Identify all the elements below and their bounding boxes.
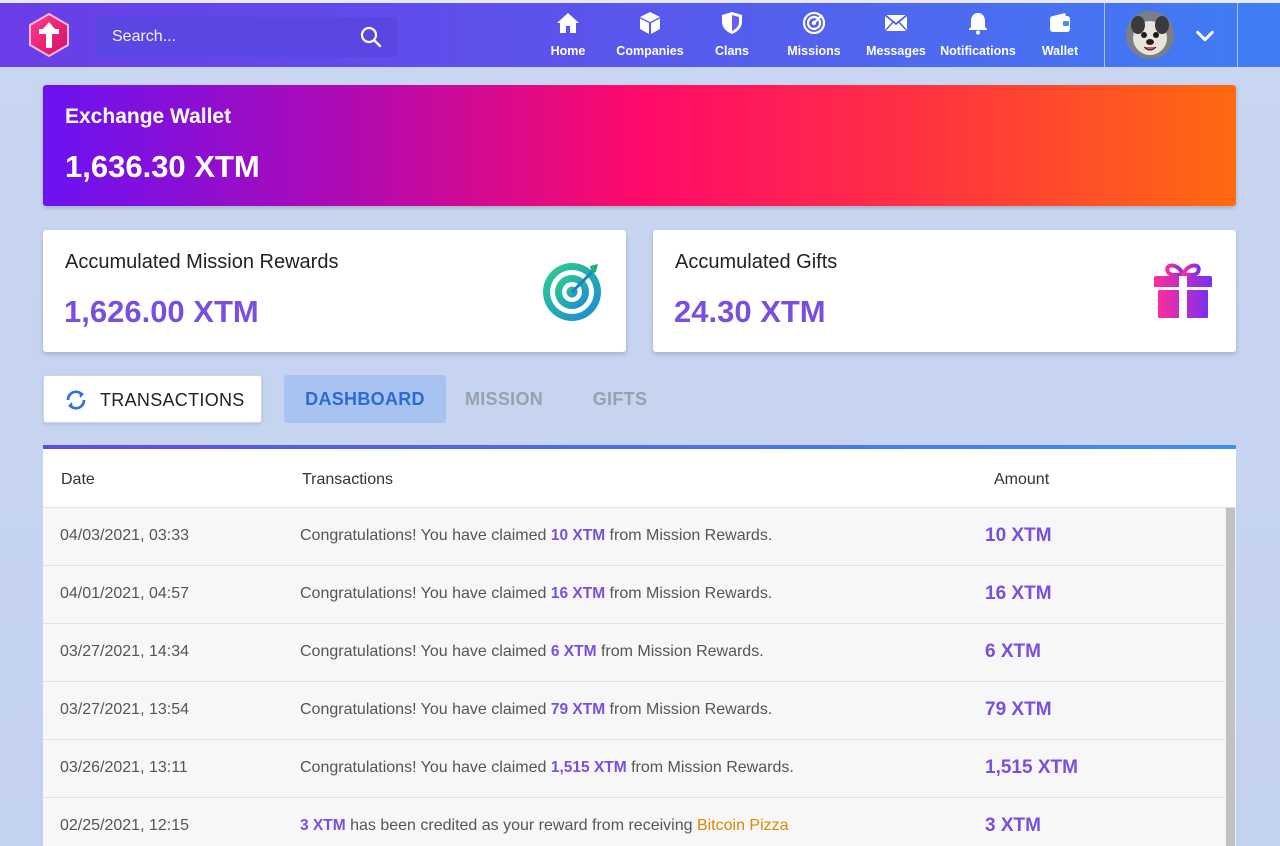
target-icon <box>802 11 826 35</box>
tx-text: from Mission Rewards. <box>605 527 773 544</box>
gifts-card: Accumulated Gifts 24.30 XTM <box>653 230 1236 352</box>
cell-date: 03/26/2021, 13:11 <box>60 759 188 776</box>
cell-transaction: Congratulations! You have claimed 10 XTM… <box>300 527 772 545</box>
profile-menu[interactable] <box>1104 3 1238 67</box>
nav-wallet[interactable]: Wallet <box>1019 3 1101 67</box>
exchange-wallet-banner: Exchange Wallet 1,636.30 XTM <box>43 85 1236 206</box>
nav-messages[interactable]: Messages <box>855 3 937 67</box>
cell-amount: 3 XTM <box>985 815 1041 836</box>
transactions-button[interactable]: TRANSACTIONS <box>43 375 262 423</box>
avatar-image <box>1126 11 1174 59</box>
nav-label: Messages <box>866 44 926 58</box>
card-value: 1,626.00 XTM <box>64 294 259 329</box>
tx-text: from Mission Rewards. <box>626 759 794 776</box>
tx-text: Congratulations! You have claimed <box>300 527 551 544</box>
tab-dashboard[interactable]: DASHBOARD <box>284 375 446 423</box>
avatar[interactable] <box>1126 11 1174 59</box>
tx-text: has been credited as your reward from re… <box>345 817 697 834</box>
tx-amount-highlight: 10 XTM <box>550 527 606 544</box>
app-logo-icon[interactable] <box>26 12 72 58</box>
column-header-date: Date <box>61 471 95 488</box>
mission-rewards-card: Accumulated Mission Rewards 1,626.00 XTM <box>43 230 626 352</box>
top-navbar: Search... Home Companies Clans Missions … <box>0 0 1280 67</box>
tx-amount-highlight: 3 XTM <box>300 817 346 834</box>
chevron-down-icon[interactable] <box>1194 25 1216 47</box>
search-input[interactable]: Search... <box>112 28 176 46</box>
cell-transaction: Congratulations! You have claimed 6 XTM … <box>300 643 764 661</box>
target-icon <box>543 263 601 321</box>
card-label: Accumulated Mission Rewards <box>65 251 339 273</box>
tx-amount-highlight: 1,515 XTM <box>550 759 627 776</box>
table-row: 03/27/2021, 13:54 Congratulations! You h… <box>43 682 1225 740</box>
nav-clans[interactable]: Clans <box>691 3 773 67</box>
table-header: Date Transactions Amount <box>43 453 1236 508</box>
cell-amount: 16 XTM <box>985 583 1052 604</box>
cell-transaction: 3 XTM has been credited as your reward f… <box>300 817 789 835</box>
tx-text: Congratulations! You have claimed <box>300 585 551 602</box>
nav-label: Notifications <box>940 44 1016 58</box>
main-nav: Home Companies Clans Missions Messages N… <box>527 3 1101 67</box>
tx-text: from Mission Rewards. <box>605 701 773 718</box>
tx-amount-highlight: 79 XTM <box>550 701 606 718</box>
nav-label: Home <box>550 44 586 58</box>
cube-icon <box>640 12 660 34</box>
tab-mission[interactable]: MISSION <box>452 375 556 423</box>
cell-date: 03/27/2021, 13:54 <box>60 701 190 718</box>
wallet-title: Exchange Wallet <box>65 105 232 128</box>
nav-label: Clans <box>714 44 750 58</box>
nav-label: Companies <box>616 44 684 58</box>
home-icon <box>557 13 579 33</box>
tx-text: Congratulations! You have claimed <box>300 759 551 776</box>
column-header-transactions: Transactions <box>302 471 393 488</box>
cell-date: 04/03/2021, 03:33 <box>60 527 190 544</box>
transactions-button-label: TRANSACTIONS <box>100 390 245 410</box>
cell-date: 03/27/2021, 14:34 <box>60 643 190 660</box>
nav-label: Missions <box>787 44 841 58</box>
tx-text: from Mission Rewards. <box>596 643 764 660</box>
transactions-table: Date Transactions Amount 04/03/2021, 03:… <box>43 445 1236 846</box>
bell-icon <box>969 13 987 35</box>
tx-amount-highlight: 6 XTM <box>550 643 597 660</box>
table-row: 04/03/2021, 03:33 Congratulations! You h… <box>43 508 1225 566</box>
cell-amount: 1,515 XTM <box>985 757 1078 778</box>
wallet-balance: 1,636.30 XTM <box>65 149 260 184</box>
table-row: 02/25/2021, 12:15 3 XTM has been credite… <box>43 798 1225 846</box>
table-row: 03/26/2021, 13:11 Congratulations! You h… <box>43 740 1225 798</box>
tx-text: Congratulations! You have claimed <box>300 701 551 718</box>
cell-transaction: Congratulations! You have claimed 79 XTM… <box>300 701 772 719</box>
table-body: 04/03/2021, 03:33 Congratulations! You h… <box>43 508 1225 846</box>
cell-amount: 6 XTM <box>985 641 1041 662</box>
tx-text: from Mission Rewards. <box>605 585 773 602</box>
search-box[interactable]: Search... <box>96 17 397 57</box>
cell-amount: 10 XTM <box>985 525 1052 546</box>
table-row: 03/27/2021, 14:34 Congratulations! You h… <box>43 624 1225 682</box>
refresh-icon <box>66 390 86 410</box>
cell-transaction: Congratulations! You have claimed 16 XTM… <box>300 585 772 603</box>
gift-item-link[interactable]: Bitcoin Pizza <box>697 817 789 834</box>
shield-icon <box>722 12 742 34</box>
cell-date: 02/25/2021, 12:15 <box>60 817 190 834</box>
table-row: 04/01/2021, 04:57 Congratulations! You h… <box>43 566 1225 624</box>
cell-transaction: Congratulations! You have claimed 1,515 … <box>300 759 794 777</box>
tx-text: Congratulations! You have claimed <box>300 643 551 660</box>
search-icon[interactable] <box>359 25 383 49</box>
nav-companies[interactable]: Companies <box>609 3 691 67</box>
card-label: Accumulated Gifts <box>675 251 838 273</box>
scrollbar-track[interactable] <box>1225 508 1236 846</box>
wallet-icon <box>1050 13 1070 32</box>
nav-label: Wallet <box>1041 44 1079 58</box>
nav-notifications[interactable]: Notifications <box>937 3 1019 67</box>
tab-gifts[interactable]: GIFTS <box>578 375 662 423</box>
cell-amount: 79 XTM <box>985 699 1052 720</box>
envelope-icon <box>884 14 908 32</box>
nav-missions[interactable]: Missions <box>773 3 855 67</box>
cell-date: 04/01/2021, 04:57 <box>60 585 190 602</box>
gift-icon <box>1154 263 1212 318</box>
tx-amount-highlight: 16 XTM <box>550 585 606 602</box>
card-value: 24.30 XTM <box>674 294 826 329</box>
scrollbar-thumb[interactable] <box>1226 508 1235 846</box>
column-header-amount: Amount <box>994 471 1050 488</box>
nav-home[interactable]: Home <box>527 3 609 67</box>
